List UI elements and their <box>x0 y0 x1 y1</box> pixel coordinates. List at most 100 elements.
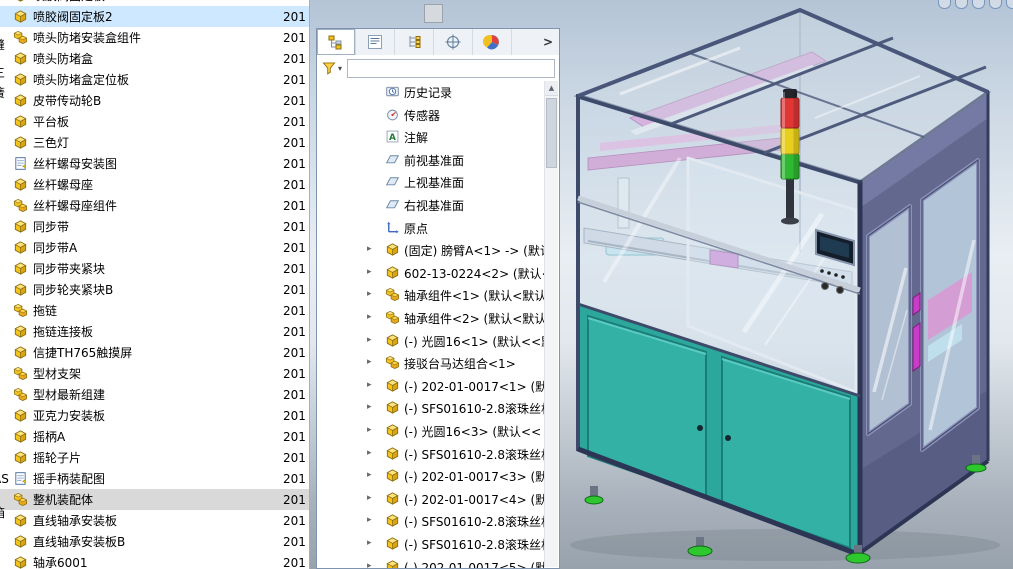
file-row[interactable]: 亚克力安装板201 <box>0 405 309 426</box>
tree-item-label: (-) SFS01610-2.8滚珠丝杆 <box>404 513 544 530</box>
file-label: 同步带夹紧块 <box>33 260 105 277</box>
tree-item[interactable]: ▸(-) SFS01610-2.8滚珠丝杆 <box>317 443 544 465</box>
file-row[interactable]: 同步带201 <box>0 216 309 237</box>
view-toolbar-icon-fragment[interactable] <box>989 0 1002 9</box>
view-toolbar-icon-fragment[interactable] <box>972 0 985 9</box>
part-icon <box>385 513 400 528</box>
tree-item[interactable]: ▸602-13-0224<2> (默认< <box>317 262 544 284</box>
panel-overflow-chevron[interactable]: > <box>537 29 559 55</box>
scroll-up-button[interactable]: ▲ <box>545 81 558 96</box>
tree-item[interactable]: ▸(-) 202-01-0017<5> (默 <box>317 556 544 568</box>
tree-item[interactable]: 传感器 <box>317 104 544 126</box>
tree-scrollbar[interactable]: ▲ <box>544 81 558 567</box>
file-date: 201 <box>283 451 309 465</box>
tab-dimxpertmanager[interactable] <box>434 29 473 55</box>
file-row[interactable]: 同步带夹紧块201 <box>0 258 309 279</box>
tab-configurationmanager[interactable] <box>395 29 434 55</box>
part-icon <box>385 446 400 461</box>
tree-item[interactable]: ▸(-) 光圆16<1> (默认<<默 <box>317 330 544 352</box>
tree-item[interactable]: ▸(-) 202-01-0017<4> (默 <box>317 488 544 510</box>
expand-arrow-icon[interactable]: ▸ <box>367 401 372 414</box>
expand-arrow-icon[interactable]: ▸ <box>367 379 372 392</box>
file-row[interactable]: 拖链连接板201 <box>0 321 309 342</box>
tree-item[interactable]: ▸轴承组件<1> (默认<默认 <box>317 284 544 306</box>
file-list-panel: 喷胶阀固定板201喷胶阀固定板2201喷头防堵安装盒组件201喷头防堵盒201喷… <box>0 0 310 569</box>
file-row[interactable]: 直线轴承安装板201 <box>0 510 309 531</box>
file-row[interactable]: 摇柄A201 <box>0 426 309 447</box>
tree-item[interactable]: 右视基准面 <box>317 194 544 216</box>
tree-item[interactable]: ▸(-) 光圆16<3> (默认<< <box>317 420 544 442</box>
file-row[interactable]: 喷头防堵安装盒组件 201 <box>0 27 309 48</box>
file-label: 同步带 <box>33 218 69 235</box>
expand-arrow-icon[interactable]: ▸ <box>367 334 372 347</box>
file-date: 201 <box>283 31 309 45</box>
file-row[interactable]: 信捷TH765触摸屏201 <box>0 342 309 363</box>
tree-item-label: 历史记录 <box>404 84 544 101</box>
file-date: 201 <box>283 241 309 255</box>
tree-item[interactable]: ▸(-) SFS01610-2.8滚珠丝杆 <box>317 533 544 555</box>
graphics-viewport[interactable] <box>560 0 1013 569</box>
file-row[interactable]: 丝杆螺母座201 <box>0 174 309 195</box>
tab-featuremanager[interactable] <box>317 29 356 55</box>
tree-item[interactable]: 上视基准面 <box>317 171 544 193</box>
file-row[interactable]: 丝杆螺母座组件201 <box>0 195 309 216</box>
expand-arrow-icon[interactable]: ▸ <box>367 356 372 369</box>
file-row[interactable]: 型材最新组建201 <box>0 384 309 405</box>
file-row[interactable]: 皮带传动轮B201 <box>0 90 309 111</box>
configurationmanager-tab-icon <box>405 33 423 51</box>
file-row[interactable]: 整机装配体201 <box>0 489 309 510</box>
tree-filter-input[interactable] <box>347 59 555 78</box>
expand-arrow-icon[interactable]: ▸ <box>367 492 372 505</box>
part-icon <box>385 378 400 393</box>
file-row[interactable]: 轴承6001201 <box>0 552 309 569</box>
file-row[interactable]: 同步轮夹紧块B201 <box>0 279 309 300</box>
part-icon <box>385 423 400 438</box>
file-label: 同步带A <box>33 239 77 256</box>
view-toolbar-icon-fragment[interactable] <box>1006 0 1013 9</box>
tree-item[interactable]: ▸ (-) SFS01610-2.8滚珠丝杆 <box>317 510 544 532</box>
file-row[interactable]: 型材支架201 <box>0 363 309 384</box>
file-row[interactable]: 拖链201 <box>0 300 309 321</box>
displaymanager-tab-icon <box>483 33 501 51</box>
view-toolbar-icon-fragment[interactable] <box>955 0 968 9</box>
expand-arrow-icon[interactable]: ▸ <box>367 537 372 550</box>
view-toolbar-icon-fragment[interactable] <box>938 0 951 9</box>
tab-propertymanager[interactable] <box>356 29 395 55</box>
file-row[interactable]: 喷胶阀固定板2201 <box>0 6 309 27</box>
tab-displaymanager[interactable] <box>473 29 512 55</box>
file-row[interactable]: 直线轴承安装板B201 <box>0 531 309 552</box>
expand-arrow-icon[interactable]: ▸ <box>367 560 372 568</box>
tree-item[interactable]: ▸(-) SFS01610-2.8滚珠丝杆 <box>317 397 544 419</box>
file-label: 平台板 <box>33 113 69 130</box>
tree-item[interactable]: 前视基准面 <box>317 149 544 171</box>
expand-arrow-icon[interactable]: ▸ <box>367 311 372 324</box>
file-row[interactable]: 平台板201 <box>0 111 309 132</box>
expand-arrow-icon[interactable]: ▸ <box>367 514 372 527</box>
file-row[interactable]: 丝杆螺母安装图201 <box>0 153 309 174</box>
file-label: 喷头防堵安装盒组件 <box>33 29 141 46</box>
file-row[interactable]: 摇轮子片201 <box>0 447 309 468</box>
expand-arrow-icon[interactable]: ▸ <box>367 266 372 279</box>
expand-arrow-icon[interactable]: ▸ <box>367 288 372 301</box>
tree-item[interactable]: ▸轴承组件<2> (默认<默认 <box>317 307 544 329</box>
tree-item[interactable]: ▸(固定) 膀臂A<1> -> (默认 <box>317 239 544 261</box>
tree-item[interactable]: A注解 <box>317 126 544 148</box>
tree-item[interactable]: 原点 <box>317 217 544 239</box>
scrollbar-thumb[interactable] <box>546 98 557 168</box>
tree-item[interactable]: ▸(-) 202-01-0017<3> (默 <box>317 465 544 487</box>
assembly-icon <box>13 492 28 507</box>
expand-arrow-icon[interactable]: ▸ <box>367 243 372 256</box>
expand-arrow-icon[interactable]: ▸ <box>367 447 372 460</box>
file-row[interactable]: 喷头防堵盒201 <box>0 48 309 69</box>
tree-item[interactable]: ▸接驳台马达组合<1> <box>317 352 544 374</box>
tree-item[interactable]: 历史记录 <box>317 81 544 103</box>
file-row[interactable]: 三色灯201 <box>0 132 309 153</box>
file-row[interactable]: 摇手柄装配图201 <box>0 468 309 489</box>
file-date: 201 <box>283 535 309 549</box>
tree-item[interactable]: ▸(-) 202-01-0017<1> (默 <box>317 375 544 397</box>
file-row[interactable]: 同步带A 201 <box>0 237 309 258</box>
expand-arrow-icon[interactable]: ▸ <box>367 424 372 437</box>
file-row[interactable]: 喷头防堵盒定位板201 <box>0 69 309 90</box>
expand-arrow-icon[interactable]: ▸ <box>367 469 372 482</box>
filter-funnel-icon[interactable]: ▾ <box>321 60 342 76</box>
